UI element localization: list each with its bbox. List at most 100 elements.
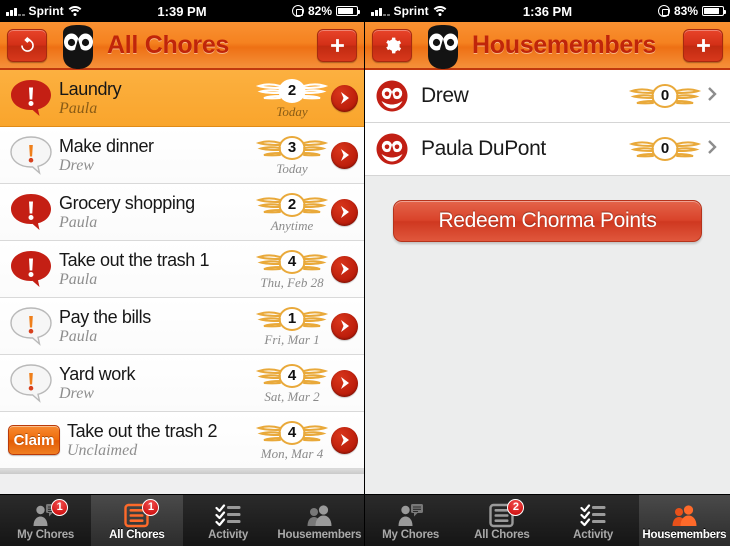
chore-points-badge: 2 Today (255, 77, 329, 120)
settings-button[interactable] (372, 28, 412, 62)
refresh-button[interactable] (7, 28, 47, 62)
owl-avatar-icon (376, 133, 408, 165)
chore-disclosure-button[interactable] (331, 426, 358, 454)
checklist-icon (215, 501, 242, 529)
chore-assignee: Unclaimed (67, 441, 138, 459)
chore-disclosure-button[interactable] (331, 198, 358, 226)
wing-badge: 2 (255, 77, 329, 105)
wing-badge: 4 (255, 248, 329, 276)
alert-bubble-red-icon (8, 192, 54, 232)
chevron-right-icon (707, 139, 717, 154)
battery-icon (702, 6, 726, 16)
tab-badge: 1 (51, 499, 69, 516)
chore-disclosure-button[interactable] (331, 255, 358, 283)
tab-housemembers[interactable]: Housemembers (274, 495, 364, 546)
chore-row[interactable]: Take out the trash 1 Paula 4 Thu, Feb 28 (0, 241, 364, 298)
owl-avatar-icon (376, 80, 408, 112)
member-disclosure-chevron[interactable] (704, 139, 720, 160)
checklist-icon (215, 503, 241, 526)
member-name: Paula DuPont (421, 137, 546, 160)
member-disclosure-chevron[interactable] (704, 86, 720, 107)
chevron-right-icon (707, 86, 717, 101)
tab-my-chores[interactable]: My Chores (365, 495, 456, 546)
chore-points-badge: 4 Mon, Mar 4 (255, 419, 329, 462)
chore-points-value: 2 (287, 195, 297, 213)
add-member-button[interactable] (683, 28, 723, 62)
redeem-chorma-points-button[interactable]: Redeem Chorma Points (393, 200, 702, 242)
chore-row[interactable]: Laundry Paula 2 Today (0, 70, 364, 127)
navigation-bar: Housemembers (365, 22, 730, 70)
chore-points-value: 4 (287, 252, 297, 270)
tab-all-chores[interactable]: 2 All Chores (456, 495, 547, 546)
chore-row[interactable]: Grocery shopping Paula 2 Anytime (0, 184, 364, 241)
chore-list: Laundry Paula 2 Today Make dinner Drew 3… (0, 70, 364, 469)
chore-title: Laundry (59, 78, 122, 99)
chore-title: Yard work (59, 363, 136, 384)
chore-points-value: 4 (287, 423, 297, 441)
tab-label: All Chores (474, 529, 530, 541)
chevron-right-icon (340, 206, 349, 218)
owl-logo-icon (420, 21, 466, 69)
chore-text: Make dinner Drew (54, 136, 255, 175)
list-icon: 2 (488, 499, 525, 529)
checklist-icon (580, 501, 607, 529)
housemember-list: Drew 0 Paula DuPont 0 (365, 70, 730, 176)
member-points-badge: 0 (628, 82, 702, 110)
tab-label: My Chores (382, 529, 440, 541)
tab-activity[interactable]: Activity (548, 495, 639, 546)
chore-disclosure-button[interactable] (331, 84, 358, 112)
chore-title: Grocery shopping (59, 192, 195, 213)
chore-disclosure-button[interactable] (331, 312, 358, 340)
wing-badge: 0 (628, 82, 702, 110)
page-title: Housemembers (472, 30, 656, 59)
alert-bubble-white-icon (8, 306, 54, 346)
chore-title: Pay the bills (59, 306, 151, 327)
tab-label: All Chores (109, 529, 165, 541)
wing-badge: 0 (628, 135, 702, 163)
chore-points-value: 3 (287, 138, 297, 156)
people-icon (307, 504, 332, 526)
chevron-right-icon (340, 320, 349, 332)
chore-disclosure-button[interactable] (331, 369, 358, 397)
gear-icon (385, 37, 401, 53)
alert-bubble-white-icon (8, 135, 54, 175)
alert-bubble-white-icon (10, 307, 52, 346)
alert-bubble-red-icon (11, 194, 51, 230)
chore-disclosure-button[interactable] (331, 141, 358, 169)
chore-due-date: Thu, Feb 28 (260, 274, 324, 290)
tab-activity[interactable]: Activity (183, 495, 274, 546)
member-points-value: 0 (660, 140, 670, 157)
housemember-row[interactable]: Drew 0 (365, 70, 730, 123)
chore-points-value: 2 (287, 81, 297, 99)
chore-row[interactable]: Claim Take out the trash 2 Unclaimed 4 M… (0, 412, 364, 469)
wing-badge: 4 (255, 362, 329, 390)
chore-assignee: Drew (59, 156, 94, 174)
chore-text: Take out the trash 1 Paula (54, 250, 255, 289)
chore-points-badge: 2 Anytime (255, 191, 329, 234)
people-icon (672, 504, 697, 526)
navigation-bar: All Chores (0, 22, 364, 70)
add-chore-button[interactable] (317, 28, 357, 62)
member-points-badge: 0 (628, 135, 702, 163)
chore-due-date: Fri, Mar 1 (264, 331, 320, 347)
tab-my-chores[interactable]: 1 My Chores (0, 495, 91, 546)
member-name: Drew (421, 84, 469, 107)
chore-row[interactable]: Yard work Drew 4 Sat, Mar 2 (0, 355, 364, 412)
person-chat-icon: 1 (32, 499, 69, 529)
alert-bubble-red-icon (8, 78, 54, 118)
tab-housemembers[interactable]: Housemembers (638, 495, 730, 546)
claim-button[interactable]: Claim (8, 425, 60, 455)
chore-assignee: Paula (59, 99, 98, 117)
chore-due-date: Mon, Mar 4 (260, 445, 324, 461)
chore-assignee: Paula (59, 213, 98, 231)
alert-bubble-white-icon (8, 363, 54, 403)
chore-row[interactable]: Pay the bills Paula 1 Fri, Mar 1 (0, 298, 364, 355)
chore-row[interactable]: Make dinner Drew 3 Today (0, 127, 364, 184)
chore-text: Yard work Drew (54, 364, 255, 403)
housemember-row[interactable]: Paula DuPont 0 (365, 123, 730, 176)
tab-all-chores[interactable]: 1 All Chores (91, 495, 183, 546)
wing-badge: 1 (255, 305, 329, 333)
chore-due-date: Today (276, 103, 308, 119)
chore-text: Pay the bills Paula (54, 307, 255, 346)
battery-percent-label: 83% (673, 4, 698, 18)
